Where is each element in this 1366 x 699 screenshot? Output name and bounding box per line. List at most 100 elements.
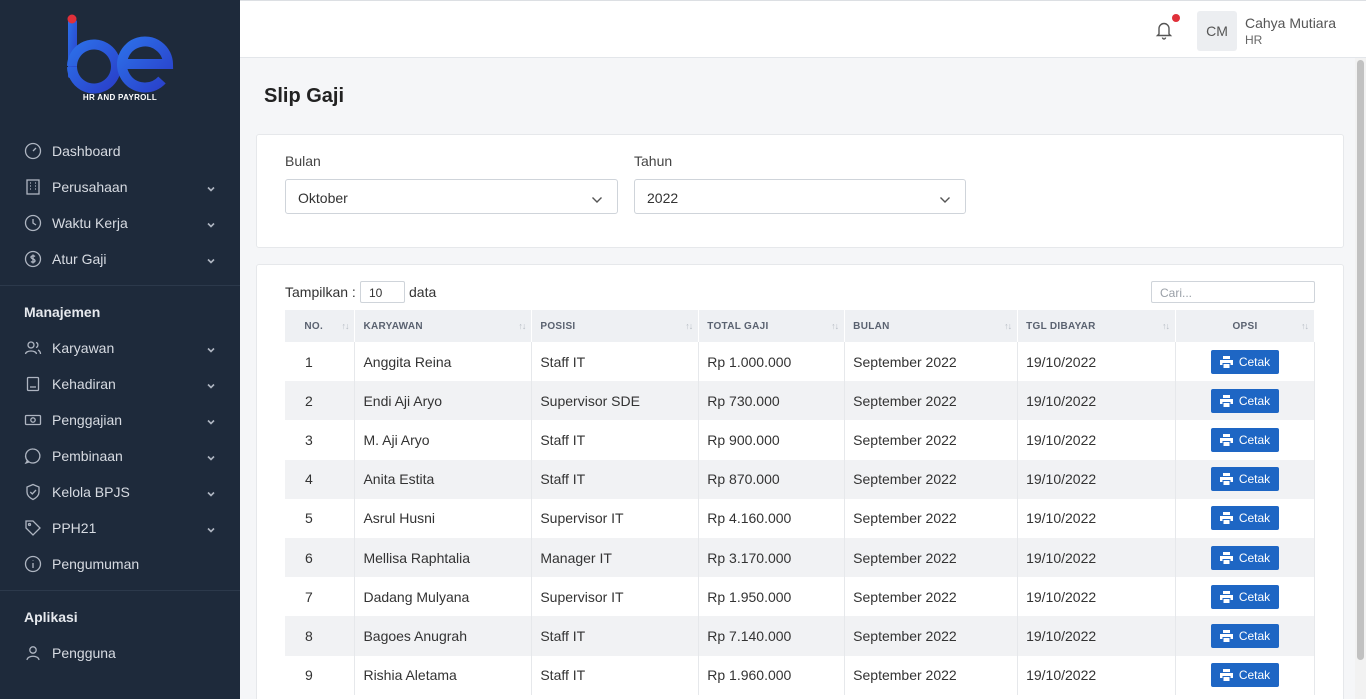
column-header-total-gaji[interactable]: TOTAL GAJI ↑↓	[698, 310, 846, 342]
table-row: 5 Asrul Husni Supervisor IT Rp 4.160.000 Sep…	[285, 498, 1315, 538]
cell-karyawan: Bagoes Anugrah	[354, 616, 533, 656]
sidebar-item-kelola-bpjs[interactable]: Kelola BPJS	[0, 477, 240, 507]
printer-icon	[1219, 590, 1233, 603]
cell-bulan: September 2022	[844, 616, 1019, 656]
column-header-opsi[interactable]: OPSI ↑↓	[1175, 310, 1315, 342]
table-row: 8 Bagoes Anugrah Staff IT Rp 7.140.000 Septe…	[285, 616, 1315, 656]
column-header-tgl-dibayar[interactable]: TGL DIBAYAR ↑↓	[1017, 310, 1176, 342]
column-header-karyawan[interactable]: KARYAWAN ↑↓	[354, 310, 533, 342]
chevron-down-icon	[206, 378, 216, 389]
sidebar-item-pembinaan[interactable]: Pembinaan	[0, 441, 240, 471]
cell-tgl: 19/10/2022	[1017, 537, 1176, 578]
sidebar-divider	[0, 590, 240, 591]
cetak-button[interactable]: Cetak	[1210, 427, 1280, 452]
cell-total: Rp 4.160.000	[698, 498, 846, 538]
sidebar-item-pph21[interactable]: PPH21	[0, 513, 240, 543]
cetak-button[interactable]: Cetak	[1210, 545, 1280, 570]
sort-icon: ↑↓	[1004, 321, 1012, 331]
sidebar-item-penggajian[interactable]: Penggajian	[0, 405, 240, 435]
shield-check-icon	[24, 483, 42, 501]
sidebar-item-perusahaan[interactable]: Perusahaan	[0, 172, 240, 202]
page-length-input[interactable]: 10	[360, 281, 405, 303]
sidebar-item-label: Kehadiran	[52, 376, 116, 392]
column-header-posisi[interactable]: POSISI ↑↓	[531, 310, 700, 342]
sidebar-item-atur-gaji[interactable]: Atur Gaji	[0, 244, 240, 274]
cell-karyawan: Mellisa Raphtalia	[354, 537, 533, 578]
tahun-selected-value: 2022	[647, 190, 679, 206]
cell-opsi: Cetak	[1175, 342, 1315, 382]
sidebar-item-kehadiran[interactable]: Kehadiran	[0, 369, 240, 399]
column-header-bulan[interactable]: BULAN ↑↓	[844, 310, 1019, 342]
avatar[interactable]: CM	[1197, 11, 1237, 51]
sidebar-item-label: Atur Gaji	[52, 251, 107, 267]
cetak-label: Cetak	[1238, 550, 1271, 565]
cell-tgl: 19/10/2022	[1017, 616, 1176, 656]
chevron-down-icon	[206, 217, 216, 228]
search-input[interactable]: Cari...	[1151, 281, 1315, 303]
table-row: 3 M. Aji Aryo Staff IT Rp 900.000 September …	[285, 420, 1315, 460]
sidebar-item-label: PPH21	[52, 520, 97, 536]
cell-posisi: Supervisor IT	[531, 577, 700, 617]
users-icon	[24, 339, 42, 357]
sidebar-item-pengumuman[interactable]: Pengumuman	[0, 549, 240, 579]
cell-no: 9	[285, 655, 356, 695]
show-entries-label: Tampilkan :	[285, 284, 356, 300]
slip-gaji-table: NO. ↑↓ KARYAWAN ↑↓ POSISI ↑↓ TOTAL GAJI ↑↓ B…	[285, 310, 1315, 695]
cetak-button[interactable]: Cetak	[1210, 663, 1280, 688]
sort-icon: ↑↓	[341, 321, 349, 331]
cetak-button[interactable]: Cetak	[1210, 349, 1280, 374]
cell-tgl: 19/10/2022	[1017, 459, 1176, 499]
cell-total: Rp 730.000	[698, 381, 846, 421]
chevron-down-icon	[939, 192, 951, 208]
cell-total: Rp 3.170.000	[698, 537, 846, 578]
sort-icon: ↑↓	[518, 321, 526, 331]
chevron-down-icon	[206, 522, 216, 533]
cell-total: Rp 900.000	[698, 420, 846, 460]
cetak-label: Cetak	[1238, 511, 1271, 526]
sidebar-item-label: Pengumuman	[52, 556, 140, 572]
sort-icon: ↑↓	[831, 321, 839, 331]
message-circle-icon	[24, 447, 42, 465]
chevron-down-icon	[591, 192, 603, 208]
cetak-button[interactable]: Cetak	[1210, 388, 1280, 413]
cell-tgl: 19/10/2022	[1017, 381, 1176, 421]
cell-bulan: September 2022	[844, 459, 1019, 499]
cetak-button[interactable]: Cetak	[1210, 467, 1280, 492]
cell-opsi: Cetak	[1175, 498, 1315, 538]
bulan-select[interactable]: Oktober	[285, 179, 618, 214]
sidebar-item-pengguna[interactable]: Pengguna	[0, 638, 240, 668]
cell-karyawan: Rishia Aletama	[354, 655, 533, 695]
cell-posisi: Manager IT	[531, 537, 700, 578]
notification-bell-icon[interactable]	[1155, 20, 1175, 42]
cell-opsi: Cetak	[1175, 459, 1315, 499]
user-name[interactable]: Cahya Mutiara	[1245, 15, 1336, 31]
tahun-select[interactable]: 2022	[634, 179, 966, 214]
cetak-label: Cetak	[1238, 589, 1271, 604]
clock-icon	[24, 214, 42, 232]
cell-bulan: September 2022	[844, 537, 1019, 578]
sidebar: HR AND PAYROLL Dashboard Perusahaan Wakt…	[0, 0, 240, 699]
scrollbar-thumb[interactable]	[1357, 60, 1364, 660]
user-role: HR	[1245, 33, 1263, 47]
cell-no: 4	[285, 459, 356, 499]
cell-bulan: September 2022	[844, 655, 1019, 695]
chevron-down-icon	[206, 342, 216, 353]
sidebar-item-karyawan[interactable]: Karyawan	[0, 333, 240, 363]
table-row: 9 Rishia Aletama Staff IT Rp 1.960.000 Septe…	[285, 655, 1315, 695]
sort-icon: ↑↓	[1162, 321, 1170, 331]
clipboard-icon	[24, 375, 42, 393]
topbar: CM Cahya Mutiara HR	[240, 0, 1366, 58]
cell-bulan: September 2022	[844, 342, 1019, 382]
page-scrollbar[interactable]	[1355, 58, 1366, 699]
column-header-no[interactable]: NO. ↑↓	[285, 310, 356, 342]
cell-tgl: 19/10/2022	[1017, 577, 1176, 617]
cell-total: Rp 870.000	[698, 459, 846, 499]
cetak-button[interactable]: Cetak	[1210, 584, 1280, 609]
sidebar-item-dashboard[interactable]: Dashboard	[0, 136, 240, 166]
cetak-button[interactable]: Cetak	[1210, 623, 1280, 648]
table-header-row: NO. ↑↓ KARYAWAN ↑↓ POSISI ↑↓ TOTAL GAJI ↑↓ B…	[285, 310, 1315, 342]
sidebar-item-label: Pengguna	[52, 645, 116, 661]
dollar-circle-icon	[24, 250, 42, 268]
cetak-button[interactable]: Cetak	[1210, 506, 1280, 531]
sidebar-item-waktu-kerja[interactable]: Waktu Kerja	[0, 208, 240, 238]
